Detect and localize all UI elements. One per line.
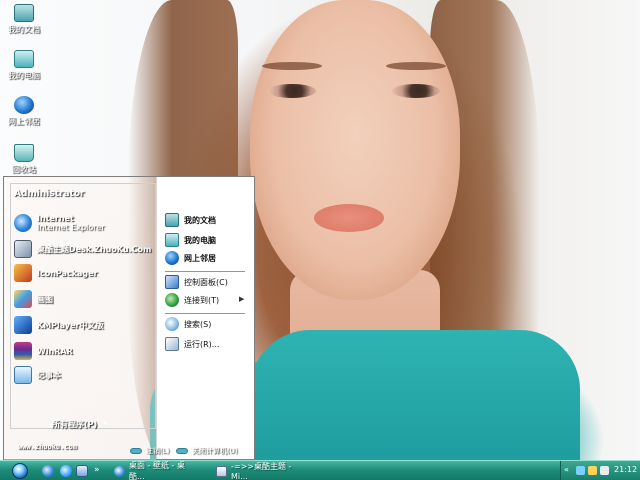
wallpaper-shirt (250, 330, 580, 462)
wallpaper-lips (314, 204, 384, 232)
quicklaunch-show-desktop-icon[interactable] (76, 465, 88, 477)
wallpaper-right-eye (392, 84, 440, 98)
network-icon (14, 96, 34, 114)
wallpaper-left-brow (262, 62, 322, 70)
places-separator (165, 271, 245, 272)
search-icon (165, 317, 179, 331)
desktop-icon-recycle-bin[interactable]: 回收站 (4, 144, 44, 175)
logoff-label: 注销(L) (146, 447, 170, 455)
desktop-icon-my-computer[interactable]: 我的电脑 (4, 50, 44, 81)
program-iconpackager[interactable]: IconPackager (14, 263, 98, 283)
task-label: -=>>桌酷主题 - Mi... (231, 462, 292, 480)
all-programs-button[interactable]: 所有程序(P) (52, 419, 97, 430)
all-programs-arrow-icon: ▸ (104, 418, 109, 427)
ie-task-icon (114, 465, 125, 477)
places-run[interactable]: 运行(R)... (165, 335, 219, 353)
start-menu-website: www.zhuoku.com (18, 443, 78, 451)
program-kmplayer[interactable]: KMPlayer中文版 (14, 315, 104, 335)
desktop-icon-label: 我的文档 (8, 25, 40, 34)
my-computer-icon (165, 233, 179, 247)
internet-explorer-icon (14, 214, 32, 232)
quicklaunch-ie-icon[interactable] (42, 465, 54, 477)
documents-icon (14, 4, 34, 22)
program-title: 画图 (37, 294, 53, 304)
program-winrar[interactable]: WinRAR (14, 341, 73, 361)
logoff-icon (130, 448, 142, 454)
desk-theme-icon (14, 240, 32, 258)
run-icon (165, 337, 179, 351)
wallpaper-left-eye (268, 84, 316, 98)
program-title: WinRAR (37, 346, 73, 356)
desktop-icon-label: 回收站 (12, 165, 36, 174)
network-places-icon (165, 251, 179, 265)
places-label: 控制面板(C) (184, 277, 228, 287)
program-subtitle: Internet Explorer (37, 223, 105, 232)
desktop-icon-label: 网上邻居 (8, 117, 40, 126)
program-desk-theme[interactable]: 桌酷主题Desk.ZhuoKu.Com (14, 239, 151, 259)
shutdown-icon (176, 448, 188, 454)
taskbar-task-browser[interactable]: 桌面 - 壁纸 - 桌酷... (108, 461, 206, 480)
submenu-arrow-icon: ▶ (239, 295, 245, 303)
desktop-icon-my-documents[interactable]: 我的文档 (4, 4, 44, 35)
places-network[interactable]: 网上邻居 (165, 249, 216, 267)
places-label: 我的文档 (184, 215, 216, 225)
notepad-icon (14, 366, 32, 384)
places-search[interactable]: 搜索(S) (165, 315, 211, 333)
program-paint[interactable]: 画图 (14, 289, 53, 309)
places-label: 连接到(T) (184, 295, 220, 305)
document-task-icon (216, 465, 227, 477)
volume-tray-icon[interactable] (600, 466, 609, 475)
taskbar-clock[interactable]: 21:12 (614, 465, 637, 474)
computer-icon (14, 50, 34, 68)
program-title: 记事本 (37, 370, 61, 380)
paint-icon (14, 290, 32, 308)
shutdown-button[interactable]: 关闭计算机(U) (176, 445, 238, 457)
program-internet-explorer[interactable]: Internet Internet Explorer (14, 213, 105, 233)
quicklaunch-media-icon[interactable] (60, 465, 72, 477)
shutdown-label: 关闭计算机(U) (192, 447, 238, 455)
winrar-icon (14, 342, 32, 360)
my-documents-icon (165, 213, 179, 227)
taskbar: » 桌面 - 壁纸 - 桌酷... -=>>桌酷主题 - Mi... « 21:… (0, 460, 640, 480)
places-label: 网上邻居 (184, 253, 216, 263)
places-control-panel[interactable]: 控制面板(C) (165, 273, 228, 291)
program-title: IconPackager (37, 268, 98, 278)
places-my-computer[interactable]: 我的电脑 (165, 231, 216, 249)
quicklaunch-more-icon[interactable]: » (94, 465, 100, 475)
program-notepad[interactable]: 记事本 (14, 365, 61, 385)
places-label: 运行(R)... (184, 339, 220, 349)
places-connect-to[interactable]: 连接到(T) (165, 291, 219, 309)
logoff-button[interactable]: 注销(L) (130, 445, 169, 457)
desktop-icon-network[interactable]: 网上邻居 (4, 96, 44, 127)
wallpaper-face (250, 0, 460, 300)
start-menu-user-name: Administrator (14, 189, 85, 199)
program-title: KMPlayer中文版 (37, 320, 104, 330)
places-label: 搜索(S) (184, 319, 212, 329)
recycle-bin-icon (14, 144, 34, 162)
program-title: 桌酷主题Desk.ZhuoKu.Com (37, 244, 152, 254)
start-menu-places-pane: 我的文档 我的电脑 网上邻居 控制面板(C) 连接到(T) ▶ 搜索(S) 运行… (156, 177, 254, 459)
wallpaper-right-brow (386, 62, 446, 70)
kmplayer-icon (14, 316, 32, 334)
places-label: 我的电脑 (184, 235, 216, 245)
connect-to-icon (165, 293, 179, 307)
start-menu: Administrator Internet Internet Explorer… (3, 176, 255, 461)
iconpackager-icon (14, 264, 32, 282)
tray-collapse-icon[interactable]: « (564, 465, 569, 474)
program-title: Internet (37, 214, 74, 223)
start-button[interactable] (12, 463, 28, 479)
task-label: 桌面 - 壁纸 - 桌酷... (129, 461, 185, 480)
network-tray-icon[interactable] (576, 466, 585, 475)
places-my-documents[interactable]: 我的文档 (165, 211, 216, 229)
security-tray-icon[interactable] (588, 466, 597, 475)
control-panel-icon (165, 275, 179, 289)
taskbar-task-theme[interactable]: -=>>桌酷主题 - Mi... (210, 462, 310, 480)
desktop-icon-label: 我的电脑 (8, 71, 40, 80)
places-separator (165, 313, 245, 314)
